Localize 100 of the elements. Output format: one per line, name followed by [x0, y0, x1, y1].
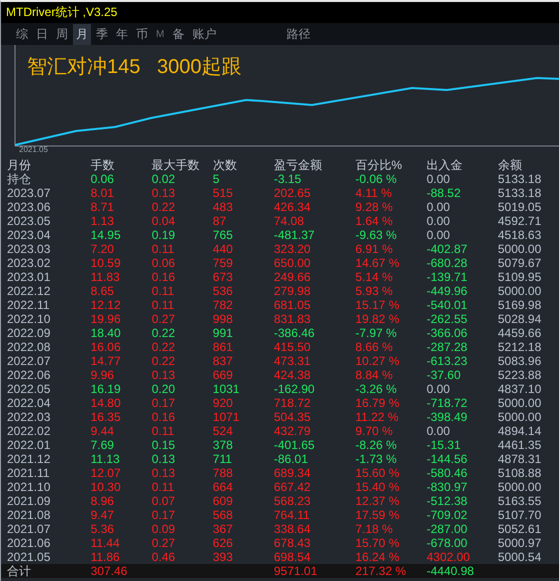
balance-cell-text: 5107.70	[498, 508, 542, 522]
month-cell-text: 2021.12	[6, 452, 52, 466]
max-lots-cell: 0.27	[152, 312, 213, 326]
percent-cell-text: 15.17 %	[355, 298, 400, 312]
month-cell-text: 2021.09	[6, 494, 52, 508]
profit-cell: -3.15	[274, 172, 356, 186]
max-lots-cell: 0.11	[152, 242, 213, 256]
balance-cell-text: 5163.55	[498, 494, 542, 508]
lots-cell-text: 1.13	[90, 214, 115, 228]
month-cell-text: 2022.01	[6, 438, 52, 452]
trades-cell: 998	[212, 312, 274, 326]
lots-cell-text: 9.96	[90, 368, 115, 382]
deposit-cell: -37.60	[426, 368, 498, 382]
trades-cell: 861	[212, 340, 274, 354]
total-lots-cell: 307.46	[90, 564, 152, 578]
lots-cell-text: 7.20	[90, 242, 115, 256]
deposit-cell: -287.00	[426, 522, 498, 536]
axis-date-label: 2021.05	[19, 145, 48, 154]
max-lots-cell: 0.11	[152, 298, 213, 312]
trades-cell: 1071	[212, 410, 274, 424]
percent-cell-text: 8.84 %	[355, 368, 394, 382]
period-tab[interactable]: 周	[53, 24, 71, 44]
max-lots-cell-text: 0.20	[152, 382, 176, 396]
profit-cell-text: 338.64	[274, 522, 312, 536]
max-lots-cell: 0.13	[152, 368, 213, 382]
period-tab[interactable]: 季	[93, 24, 111, 44]
lots-cell-text: 14.95	[90, 228, 122, 242]
max-lots-cell: 0.22	[152, 326, 213, 340]
deposit-cell: 0.00	[426, 424, 498, 438]
balance-cell-text: 5079.67	[498, 256, 542, 270]
percent-cell-text: -8.26 %	[355, 438, 398, 452]
period-tab[interactable]: M	[153, 26, 168, 42]
month-cell-text: 2023.03	[6, 242, 52, 256]
trades-cell: 524	[212, 424, 274, 438]
month-cell-text: 2023.01	[6, 270, 52, 284]
max-lots-cell: 0.09	[152, 522, 213, 536]
lots-cell-text: 16.19	[90, 382, 122, 396]
percent-cell-text: 6.91 %	[355, 242, 394, 256]
percent-cell-text: 14.67 %	[355, 256, 400, 270]
trades-cell-text: 568	[212, 508, 234, 522]
column-header: 盈亏金额	[274, 158, 356, 172]
period-tab[interactable]: 备	[169, 24, 188, 44]
month-cell-text: 2022.02	[6, 424, 52, 438]
profit-cell-text: 678.43	[274, 536, 312, 550]
deposit-cell: -718.72	[426, 396, 498, 410]
profit-cell-text: 323.20	[274, 242, 312, 256]
period-tab[interactable]: 月	[73, 24, 91, 44]
month-cell-text: 2022.12	[6, 284, 52, 298]
percent-cell-text: 15.70 %	[355, 536, 400, 550]
period-tab[interactable]: 币	[133, 24, 151, 44]
month-cell-text: 2021.10	[6, 480, 52, 494]
period-tab[interactable]: 账户	[189, 24, 220, 44]
period-tab[interactable]: 日	[33, 24, 51, 44]
trades-cell-text: 920	[212, 396, 234, 410]
deposit-cell: -287.28	[426, 340, 498, 354]
month-cell-text: 2023.02	[6, 256, 52, 270]
max-lots-cell: 0.17	[152, 396, 213, 410]
deposit-cell: -398.49	[426, 410, 498, 424]
period-tab[interactable]: 年	[113, 24, 131, 44]
percent-cell-text: 19.82 %	[355, 312, 400, 326]
lots-cell-text: 19.96	[90, 312, 122, 326]
lots-cell: 11.86	[90, 550, 152, 564]
month-cell-text: 2022.06	[6, 368, 52, 382]
trades-cell-text: 788	[212, 466, 234, 480]
balance-cell: 5000.54	[498, 550, 559, 564]
percent-cell-text: 10.27 %	[355, 354, 400, 368]
trades-cell: 378	[212, 438, 274, 452]
percent-cell-text: 8.66 %	[355, 340, 394, 354]
profit-cell: -481.37	[274, 228, 356, 242]
trades-cell: 837	[212, 354, 274, 368]
balance-cell-text: 5133.18	[498, 186, 542, 200]
lots-cell-text: 9.47	[90, 508, 115, 522]
trades-cell: 515	[212, 186, 274, 200]
profit-cell-text: 667.42	[274, 480, 312, 494]
percent-cell-text: 15.40 %	[355, 480, 400, 494]
lots-cell-text: 5.36	[90, 522, 115, 536]
deposit-cell: 0.00	[426, 382, 498, 396]
lots-cell-text: 16.06	[90, 340, 122, 354]
deposit-cell: 0.00	[426, 214, 498, 228]
balance-cell-text: 5133.18	[498, 172, 542, 186]
period-tab[interactable]: 路径	[283, 24, 314, 44]
max-lots-cell: 0.22	[152, 354, 213, 368]
profit-cell-text: 718.72	[274, 396, 312, 410]
deposit-cell: -88.52	[426, 186, 498, 200]
period-tab[interactable]: 综	[13, 24, 31, 44]
trades-cell: 673	[212, 270, 274, 284]
deposit-cell: -402.87	[426, 242, 498, 256]
deposit-cell: -15.31	[426, 438, 498, 452]
month-cell-text: 2022.08	[6, 340, 52, 354]
max-lots-cell: 0.15	[152, 438, 213, 452]
trades-cell: 440	[212, 242, 274, 256]
column-header: 手数	[90, 158, 152, 172]
balance-cell-text: 5108.88	[498, 466, 542, 480]
lots-cell-text: 8.01	[90, 186, 115, 200]
max-lots-cell: 0.46	[152, 550, 213, 564]
deposit-cell: -709.02	[426, 508, 498, 522]
max-lots-cell: 0.04	[152, 214, 213, 228]
trades-cell: 5	[212, 172, 274, 186]
balance-cell-text: 5000.00	[498, 242, 542, 256]
max-lots-cell: 0.02	[152, 172, 213, 186]
